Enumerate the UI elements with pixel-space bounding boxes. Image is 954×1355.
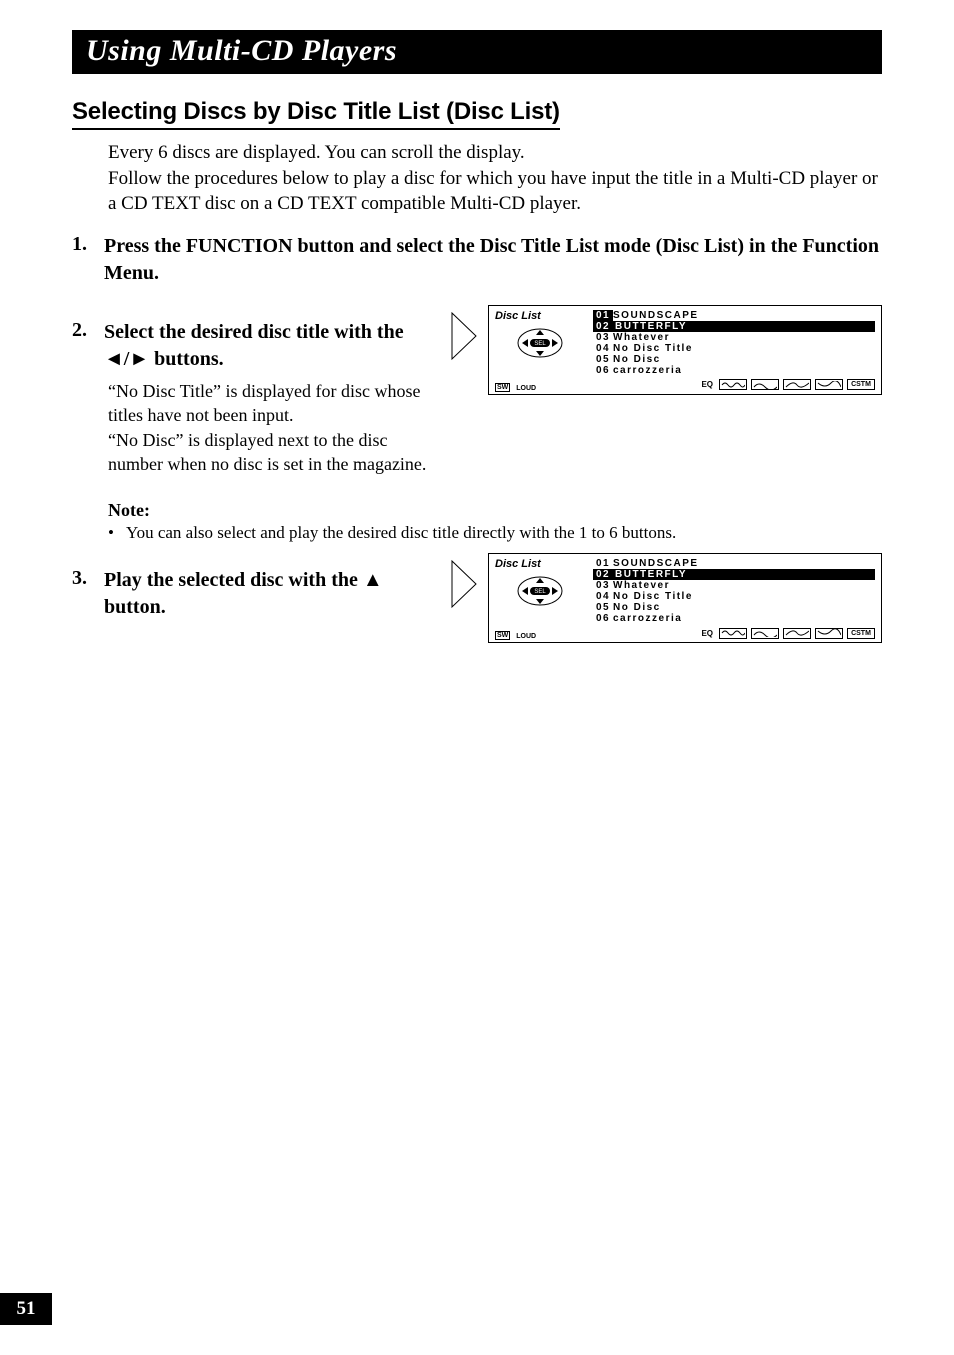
eq-wave-icon [815, 628, 843, 639]
cstm-icon: CSTM [847, 628, 875, 639]
display-status-left: SW LOUD [495, 631, 536, 640]
disc-list-1: 01SOUNDSCAPE 02BUTTERFLY 03Whatever 04No… [593, 310, 875, 376]
note-item: • You can also select and play the desir… [108, 523, 882, 543]
eq-wave-icon [719, 628, 747, 639]
step-2-sub: “No Disc Title” is displayed for disc wh… [108, 379, 432, 476]
bullet-icon: • [108, 523, 126, 543]
display-screenshot-2: Disc List SEL [488, 553, 882, 643]
disc-row-05: 05No Disc [593, 602, 875, 613]
disc-row-04: 04No Disc Title [593, 591, 875, 602]
eq-label: EQ [701, 629, 713, 638]
chapter-title: Using Multi-CD Players [86, 34, 868, 68]
disc-row-03: 03Whatever [593, 580, 875, 591]
sel-nav-icon: SEL [512, 324, 568, 362]
eq-wave-icon [815, 379, 843, 390]
disc-row-04: 04No Disc Title [593, 343, 875, 354]
chapter-header: Using Multi-CD Players [72, 30, 882, 74]
display-footer-1: EQ CSTM [495, 378, 875, 392]
disc-row-02-selected: 02BUTTERFLY [593, 569, 875, 580]
display-mode-label: Disc List [495, 558, 585, 570]
eq-wave-icon [751, 628, 779, 639]
loud-icon: LOUD [516, 385, 536, 392]
display-mode-label: Disc List [495, 310, 585, 322]
svg-text:SEL: SEL [534, 589, 546, 595]
callout-pointer-icon [450, 311, 480, 366]
callout-pointer-icon [450, 559, 480, 614]
step-2: 2. Select the desired disc title with th… [72, 319, 432, 373]
step-1-number: 1. [72, 233, 104, 287]
disc-row-03: 03Whatever [593, 332, 875, 343]
disc-row-06: 06carrozzeria [593, 365, 875, 376]
step-3-text: Play the selected disc with the ▲ button… [104, 567, 432, 621]
step-2-text: Select the desired disc title with the ◄… [104, 319, 432, 373]
section-title: Selecting Discs by Disc Title List (Disc… [72, 98, 560, 130]
eq-wave-icon [751, 379, 779, 390]
disc-row-01: 01SOUNDSCAPE [593, 310, 875, 321]
eq-wave-icon [783, 628, 811, 639]
intro-paragraph: Every 6 discs are displayed. You can scr… [108, 140, 882, 217]
disc-row-02-selected: 02BUTTERFLY [593, 321, 875, 332]
eq-wave-icon [719, 379, 747, 390]
loud-icon: LOUD [516, 633, 536, 640]
cstm-icon: CSTM [847, 379, 875, 390]
step-3: 3. Play the selected disc with the ▲ but… [72, 567, 432, 621]
display-screenshot-1: Disc List SEL [488, 305, 882, 395]
step-1-text: Press the FUNCTION button and select the… [104, 233, 882, 287]
page-number: 51 [0, 1293, 52, 1325]
note-title: Note: [108, 500, 882, 521]
disc-row-01: 01SOUNDSCAPE [593, 558, 875, 569]
section-heading-wrap: Selecting Discs by Disc Title List (Disc… [72, 98, 882, 140]
svg-text:SEL: SEL [534, 341, 546, 347]
note-block: Note: • You can also select and play the… [108, 500, 882, 543]
note-text: You can also select and play the desired… [126, 523, 882, 543]
step-2-number: 2. [72, 319, 104, 373]
display-footer-2: EQ CSTM [495, 626, 875, 640]
disc-row-06: 06carrozzeria [593, 613, 875, 624]
disc-list-2: 01SOUNDSCAPE 02BUTTERFLY 03Whatever 04No… [593, 558, 875, 624]
sw-icon: SW [495, 383, 510, 392]
sw-icon: SW [495, 631, 510, 640]
eq-wave-icon [783, 379, 811, 390]
display-status-left: SW LOUD [495, 383, 536, 392]
step-1: 1. Press the FUNCTION button and select … [72, 233, 882, 287]
step-3-number: 3. [72, 567, 104, 621]
disc-row-05: 05No Disc [593, 354, 875, 365]
eq-label: EQ [701, 380, 713, 389]
sel-nav-icon: SEL [512, 572, 568, 610]
